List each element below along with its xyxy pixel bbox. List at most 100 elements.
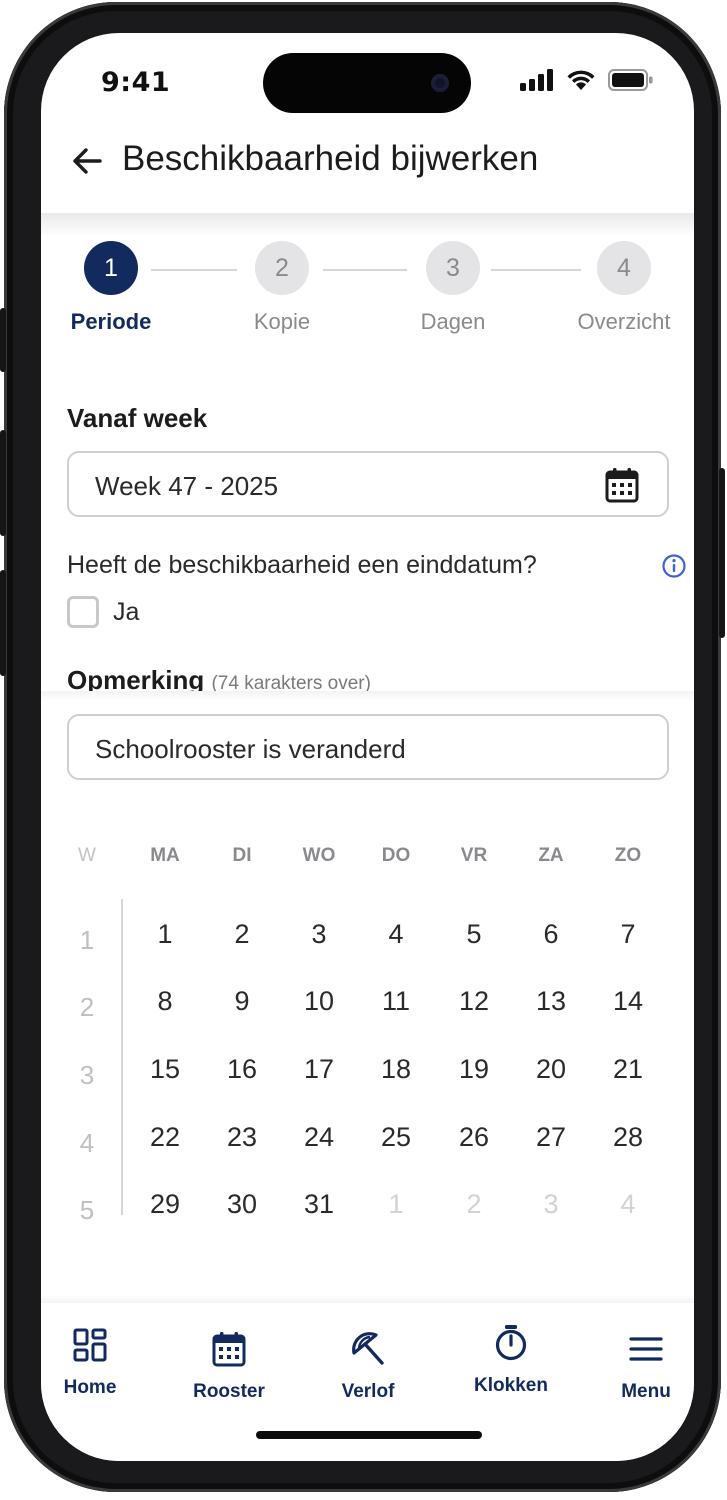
calendar-icon[interactable] xyxy=(605,467,639,503)
step-number: 3 xyxy=(426,241,480,295)
calendar-day[interactable]: 22 xyxy=(135,1122,195,1153)
calendar-day[interactable]: 29 xyxy=(135,1189,195,1220)
tab-menu[interactable]: Menu xyxy=(586,1327,694,1403)
volume-up-button xyxy=(0,430,6,536)
tab-verlof[interactable]: Verlof xyxy=(308,1327,428,1403)
weekday-header: DI xyxy=(232,845,252,866)
calendar-day[interactable]: 11 xyxy=(366,986,426,1017)
step-number: 1 xyxy=(84,241,138,295)
calendar-day[interactable]: 4 xyxy=(366,919,426,950)
app-bar: Beschikbaarheid bijwerken xyxy=(41,133,694,213)
stopwatch-icon xyxy=(495,1325,527,1361)
weekday-header: DO xyxy=(381,845,411,866)
week-number: 2 xyxy=(79,992,95,1022)
calendar-day[interactable]: 8 xyxy=(135,986,195,1017)
week-number: 3 xyxy=(79,1060,95,1090)
calendar-day[interactable]: 20 xyxy=(521,1054,581,1085)
calendar-day[interactable]: 5 xyxy=(444,919,504,950)
action-button xyxy=(0,308,6,372)
tab-label: Verlof xyxy=(341,1381,395,1402)
tab-home[interactable]: Home xyxy=(41,1323,150,1399)
calendar-day[interactable]: 2 xyxy=(212,919,272,950)
tab-klokken[interactable]: Klokken xyxy=(451,1321,571,1397)
note-value: Schoolrooster is veranderd xyxy=(95,734,406,764)
calendar-day[interactable]: 21 xyxy=(598,1054,658,1085)
camera-icon xyxy=(431,74,449,92)
step-overzicht[interactable]: 4 Overzicht xyxy=(564,241,684,335)
note-field[interactable]: Schoolrooster is veranderd xyxy=(67,714,669,780)
calendar-day[interactable]: 3 xyxy=(289,919,349,950)
calendar-day: 4 xyxy=(620,1189,636,1219)
step-label: Overzicht xyxy=(577,309,671,334)
calendar-day[interactable]: 14 xyxy=(598,986,658,1017)
info-icon[interactable] xyxy=(661,553,687,579)
status-icons xyxy=(520,69,654,91)
status-time: 9:41 xyxy=(101,67,171,98)
end-date-question: Heeft de beschikbaarheid een einddatum? xyxy=(67,551,537,579)
calendar-day[interactable]: 17 xyxy=(289,1054,349,1085)
calendar-day[interactable]: 28 xyxy=(598,1122,658,1153)
tab-rooster[interactable]: Rooster xyxy=(169,1327,289,1403)
tab-label: Rooster xyxy=(193,1381,265,1402)
calendar-day[interactable]: 27 xyxy=(521,1122,581,1153)
weekday-header: ZO xyxy=(614,845,642,866)
from-week-value: Week 47 - 2025 xyxy=(95,471,279,501)
calendar-icon xyxy=(212,1332,246,1367)
end-date-checkbox[interactable] xyxy=(67,596,99,628)
signal-icon xyxy=(520,69,553,91)
calendar-day[interactable]: 7 xyxy=(598,919,658,950)
from-week-field[interactable]: Week 47 - 2025 xyxy=(67,451,669,517)
app-bar-divider xyxy=(41,213,694,237)
calendar-day: 2 xyxy=(466,1189,482,1219)
step-label: Kopie xyxy=(253,309,311,334)
calendar-day[interactable]: 9 xyxy=(212,986,272,1017)
calendar-day: 3 xyxy=(543,1189,559,1219)
week-divider xyxy=(121,899,123,1215)
calendar-day[interactable]: 13 xyxy=(521,986,581,1017)
calendar-day[interactable]: 18 xyxy=(366,1054,426,1085)
calendar-day[interactable]: 19 xyxy=(444,1054,504,1085)
calendar-day: 1 xyxy=(388,1189,404,1219)
umbrella-icon xyxy=(352,1332,384,1365)
step-dagen[interactable]: 3 Dagen xyxy=(393,241,513,335)
calendar-day[interactable]: 10 xyxy=(289,986,349,1017)
calendar-day[interactable]: 15 xyxy=(135,1054,195,1085)
step-number: 4 xyxy=(597,241,651,295)
hamburger-icon xyxy=(629,1337,663,1361)
screen: 9:41 Beschikbaarheid bijwerken 1 Periode… xyxy=(41,33,694,1461)
calendar-day[interactable]: 30 xyxy=(212,1189,272,1220)
step-periode[interactable]: 1 Periode xyxy=(51,241,171,335)
calendar-day[interactable]: 23 xyxy=(212,1122,272,1153)
calendar-day[interactable]: 25 xyxy=(366,1122,426,1153)
step-label: Dagen xyxy=(420,309,486,334)
back-arrow-icon[interactable] xyxy=(69,143,105,179)
calendar-day[interactable]: 1 xyxy=(135,919,195,950)
calendar-day[interactable]: 12 xyxy=(444,986,504,1017)
calendar-day[interactable]: 31 xyxy=(289,1189,349,1220)
home-indicator[interactable] xyxy=(256,1431,482,1439)
step-kopie[interactable]: 2 Kopie xyxy=(222,241,342,335)
battery-icon xyxy=(608,69,653,91)
calendar-day[interactable]: 24 xyxy=(289,1122,349,1153)
step-label: Periode xyxy=(70,309,152,334)
calendar-day[interactable]: 16 xyxy=(212,1054,272,1085)
dynamic-island xyxy=(263,53,471,113)
wifi-icon xyxy=(567,70,595,90)
note-divider xyxy=(41,691,694,701)
grid-icon xyxy=(73,1328,107,1362)
end-date-checkbox-label[interactable]: Ja xyxy=(113,598,139,627)
calendar-day[interactable]: 26 xyxy=(444,1122,504,1153)
volume-down-button xyxy=(0,570,6,676)
weekday-header: ZA xyxy=(538,845,564,866)
from-week-label: Vanaf week xyxy=(67,403,208,433)
week-number: 5 xyxy=(79,1195,95,1225)
page-title: Beschikbaarheid bijwerken xyxy=(122,139,539,178)
weekday-header: WO xyxy=(302,845,336,866)
tab-label: Home xyxy=(63,1377,117,1398)
week-number: 1 xyxy=(79,925,95,955)
stepper: 1 Periode 2 Kopie 3 Dagen 4 Overzicht xyxy=(41,241,694,351)
tab-label: Menu xyxy=(621,1381,671,1402)
calendar-day[interactable]: 6 xyxy=(521,919,581,950)
step-number: 2 xyxy=(255,241,309,295)
tab-label: Klokken xyxy=(474,1375,548,1396)
